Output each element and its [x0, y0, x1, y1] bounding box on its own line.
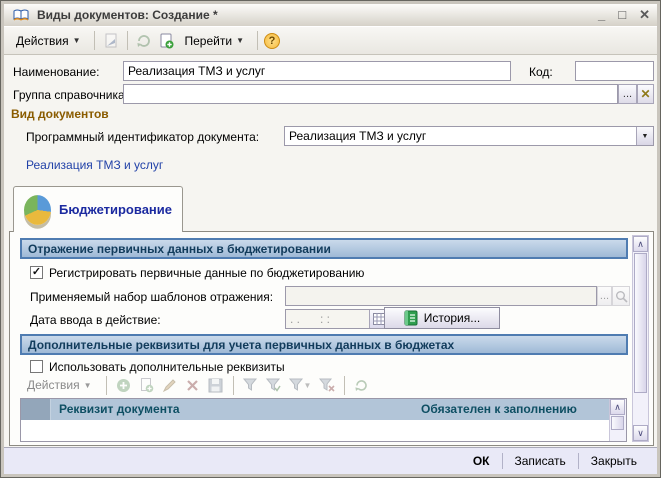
program-id-label: Программный идентификатор документа: — [26, 130, 259, 144]
document-types-window: Виды документов: Создание * _ □ ✕ Действ… — [0, 0, 661, 478]
row-selector-header — [21, 399, 51, 420]
reread-icon[interactable] — [134, 31, 154, 51]
templates-input[interactable] — [285, 286, 597, 306]
toolbar-separator — [106, 376, 107, 395]
scroll-down-icon[interactable]: ∨ — [633, 425, 648, 441]
open-book-icon — [11, 5, 31, 25]
panel-scrollbar[interactable]: ∧ ∨ — [632, 235, 649, 442]
date-mask-value: . . : : — [286, 310, 369, 328]
toolbar-separator — [233, 376, 234, 395]
toolbar-separator — [127, 31, 128, 50]
group-select-button[interactable]: ... — [618, 84, 637, 104]
effective-date-label: Дата ввода в действие: — [30, 313, 161, 327]
effective-date-input[interactable]: . . : : — [285, 309, 388, 329]
budgeting-panel: Отражение первичных данных в бюджетирова… — [9, 231, 654, 446]
edit-row-icon[interactable] — [160, 375, 180, 395]
register-primary-checkbox-label: Регистрировать первичные данные по бюдже… — [49, 266, 364, 280]
filter-clear-icon[interactable] — [317, 375, 337, 395]
grid-toolbar: Действия ▼ — [20, 374, 372, 396]
save-button[interactable]: Записать — [503, 452, 578, 470]
search-icon[interactable] — [612, 286, 630, 306]
menu-arrow-icon: ▼ — [236, 36, 244, 45]
name-input[interactable] — [123, 61, 511, 81]
section-header-reflection: Отражение первичных данных в бюджетирова… — [20, 238, 628, 259]
copy-item-icon[interactable] — [156, 31, 176, 51]
close-window-button[interactable]: Закрыть — [579, 452, 649, 470]
menu-arrow-icon: ▼ — [73, 36, 81, 45]
toolbar-separator — [94, 31, 95, 50]
templates-select-button[interactable]: ... — [597, 286, 612, 306]
code-input[interactable] — [575, 61, 654, 81]
history-button[interactable]: История... — [384, 307, 500, 329]
templates-label: Применяемый набор шаблонов отражения: — [30, 290, 273, 304]
tab-budgeting[interactable]: Бюджетирование — [13, 186, 183, 232]
pie-chart-icon — [24, 195, 51, 225]
scroll-up-icon[interactable]: ∧ — [633, 236, 648, 252]
group-clear-button[interactable]: ✕ — [637, 84, 654, 104]
table-scroll-thumb[interactable] — [611, 416, 624, 430]
filter-menu-icon[interactable]: ▼ — [287, 375, 314, 395]
grid-actions-menu-button[interactable]: Действия ▼ — [20, 374, 99, 396]
group-label: Группа справочника: — [13, 88, 128, 102]
refresh-icon[interactable] — [352, 375, 372, 395]
menu-arrow-icon: ▼ — [84, 381, 92, 390]
attributes-table-header: Реквизит документа Обязателен к заполнен… — [21, 399, 609, 420]
program-id-info-text: Реализация ТМЗ и услуг — [26, 158, 163, 172]
form-section-header: Вид документов — [11, 107, 109, 121]
history-button-label: История... — [424, 311, 481, 325]
minimize-button[interactable]: _ — [598, 7, 605, 23]
set-interval-icon[interactable] — [101, 31, 121, 51]
close-button[interactable]: ✕ — [639, 7, 650, 23]
section-header-additional: Дополнительные реквизиты для учета перви… — [20, 334, 628, 355]
program-id-combobox[interactable]: Реализация ТМЗ и услуг ▼ — [284, 126, 654, 146]
toolbar-separator — [344, 376, 345, 395]
name-label: Наименование: — [13, 65, 100, 79]
code-label: Код: — [529, 65, 553, 79]
actions-menu-button[interactable]: Действия ▼ — [9, 30, 88, 52]
tab-budgeting-label: Бюджетирование — [59, 202, 172, 217]
end-edit-icon[interactable] — [206, 375, 226, 395]
ok-button[interactable]: ОК — [461, 452, 502, 470]
program-id-value: Реализация ТМЗ и услуг — [285, 127, 636, 145]
filter-set-icon[interactable] — [241, 375, 261, 395]
table-scrollbar[interactable]: ∧ — [609, 399, 626, 441]
footer-button-bar: ОК Записать Закрыть — [4, 447, 657, 474]
chevron-down-icon[interactable]: ▼ — [636, 127, 653, 145]
use-additional-checkbox-label: Использовать дополнительные реквизиты — [49, 360, 285, 374]
maximize-button[interactable]: □ — [618, 7, 626, 23]
register-primary-checkbox[interactable]: ✓ — [30, 266, 43, 279]
main-toolbar: Действия ▼ Перейти ▼ ? — [4, 26, 657, 55]
column-header-attribute[interactable]: Реквизит документа — [51, 399, 188, 420]
panel-scroll-thumb[interactable] — [634, 253, 647, 393]
toolbar-separator — [257, 31, 258, 50]
attributes-table: Реквизит документа Обязателен к заполнен… — [20, 398, 627, 442]
column-header-required[interactable]: Обязателен к заполнению — [413, 399, 585, 419]
window-title: Виды документов: Создание * — [37, 8, 592, 22]
title-bar: Виды документов: Создание * _ □ ✕ — [4, 4, 657, 26]
go-to-menu-button[interactable]: Перейти ▼ — [178, 30, 251, 52]
help-icon[interactable]: ? — [264, 33, 280, 49]
group-input[interactable] — [123, 84, 618, 104]
use-additional-checkbox[interactable] — [30, 360, 43, 373]
filter-by-value-icon[interactable] — [264, 375, 284, 395]
copy-row-icon[interactable] — [137, 375, 157, 395]
delete-row-icon[interactable] — [183, 375, 203, 395]
scroll-up-icon[interactable]: ∧ — [610, 399, 625, 415]
add-row-icon[interactable] — [114, 375, 134, 395]
journal-icon — [404, 310, 418, 326]
